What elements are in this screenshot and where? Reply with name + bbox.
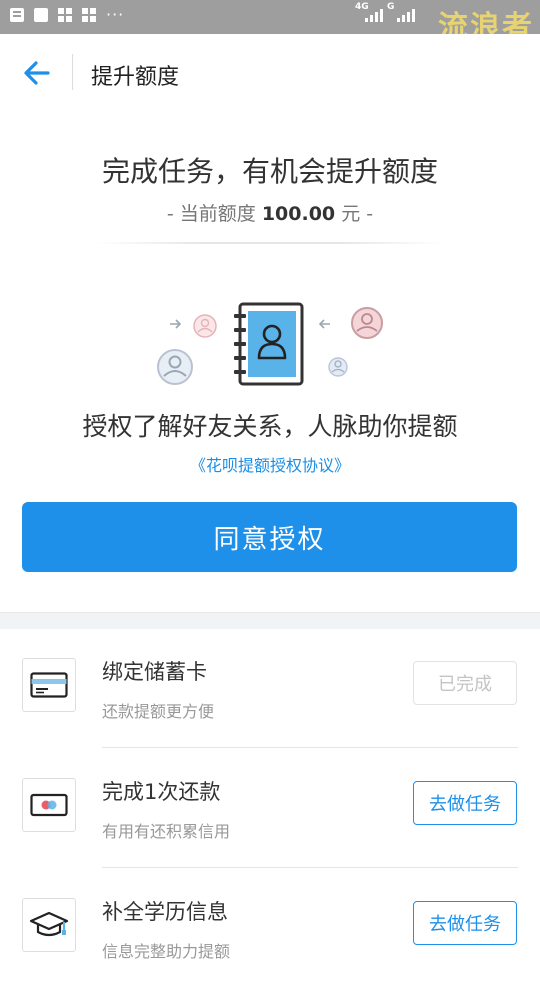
task-title: 完成1次还款: [102, 780, 221, 804]
page-title: 提升额度: [91, 65, 180, 90]
decorative-divider: [95, 242, 445, 244]
network-type-label-2: G: [387, 2, 395, 12]
arrow-left-icon: [24, 61, 50, 85]
task-title: 补全学历信息: [102, 900, 228, 924]
bank-card-icon: [30, 672, 68, 698]
task-item-repayment: 完成1次还款 有用有还积累信用 去做任务: [0, 748, 540, 868]
arrow-left-small-icon: [318, 319, 330, 329]
task-item-education: 补全学历信息 信息完整助力提额 去做任务: [0, 868, 540, 988]
status-bar: ··· 4G G 流浪者: [0, 0, 540, 45]
quota-suffix: 元 -: [341, 203, 374, 225]
graduation-cap-icon: [29, 911, 69, 937]
signal-g-icon: G: [387, 2, 415, 22]
friend-avatar-icon-3: [351, 307, 383, 339]
repayment-card-icon: [30, 793, 68, 817]
section-divider: [0, 612, 540, 629]
agreement-link[interactable]: 《花呗提额授权协议》: [0, 452, 540, 476]
message-notification-icon: [10, 8, 24, 22]
friend-avatar-icon-1: [193, 314, 217, 338]
task-subtitle: 还款提额更方便: [102, 702, 215, 721]
image-notification-icon: [34, 8, 48, 22]
task-item-bind-card: 绑定储蓄卡 还款提额更方便 已完成: [0, 628, 540, 748]
back-button[interactable]: [18, 54, 56, 92]
task-icon-box: [22, 778, 76, 832]
arrow-right-small-icon: [170, 319, 182, 329]
address-book-icon: [234, 302, 304, 386]
authorization-title: 授权了解好友关系，人脉助你提额: [82, 412, 458, 441]
friend-avatar-icon-4: [328, 357, 348, 377]
do-task-button[interactable]: 去做任务: [413, 781, 517, 825]
app-grid-icon-2: [82, 8, 96, 22]
task-done-button: 已完成: [413, 661, 517, 705]
contacts-illustration: [157, 302, 383, 386]
task-icon-box: [22, 658, 76, 712]
signal-4g-icon: 4G: [355, 2, 383, 22]
task-icon-box: [22, 898, 76, 952]
do-task-button[interactable]: 去做任务: [413, 901, 517, 945]
app-grid-icon: [58, 8, 72, 22]
network-type-label: 4G: [355, 2, 369, 12]
quota-amount: 100.00: [261, 203, 336, 225]
hero-title: 完成任务，有机会提升额度: [101, 155, 438, 188]
agree-authorize-button[interactable]: 同意授权: [22, 502, 517, 572]
current-quota: - 当前额度 100.00 元 -: [0, 199, 540, 226]
more-notifications-icon: ···: [106, 5, 125, 24]
notification-icons: ···: [10, 5, 125, 24]
friend-avatar-icon-2: [157, 349, 193, 385]
task-subtitle: 有用有还积累信用: [102, 822, 231, 841]
task-subtitle: 信息完整助力提额: [102, 942, 231, 961]
navigation-bar: 提升额度: [0, 34, 540, 110]
signal-indicators: 4G G: [355, 2, 415, 22]
nav-divider: [72, 54, 73, 90]
quota-prefix: - 当前额度: [166, 203, 256, 225]
task-title: 绑定储蓄卡: [102, 660, 207, 684]
